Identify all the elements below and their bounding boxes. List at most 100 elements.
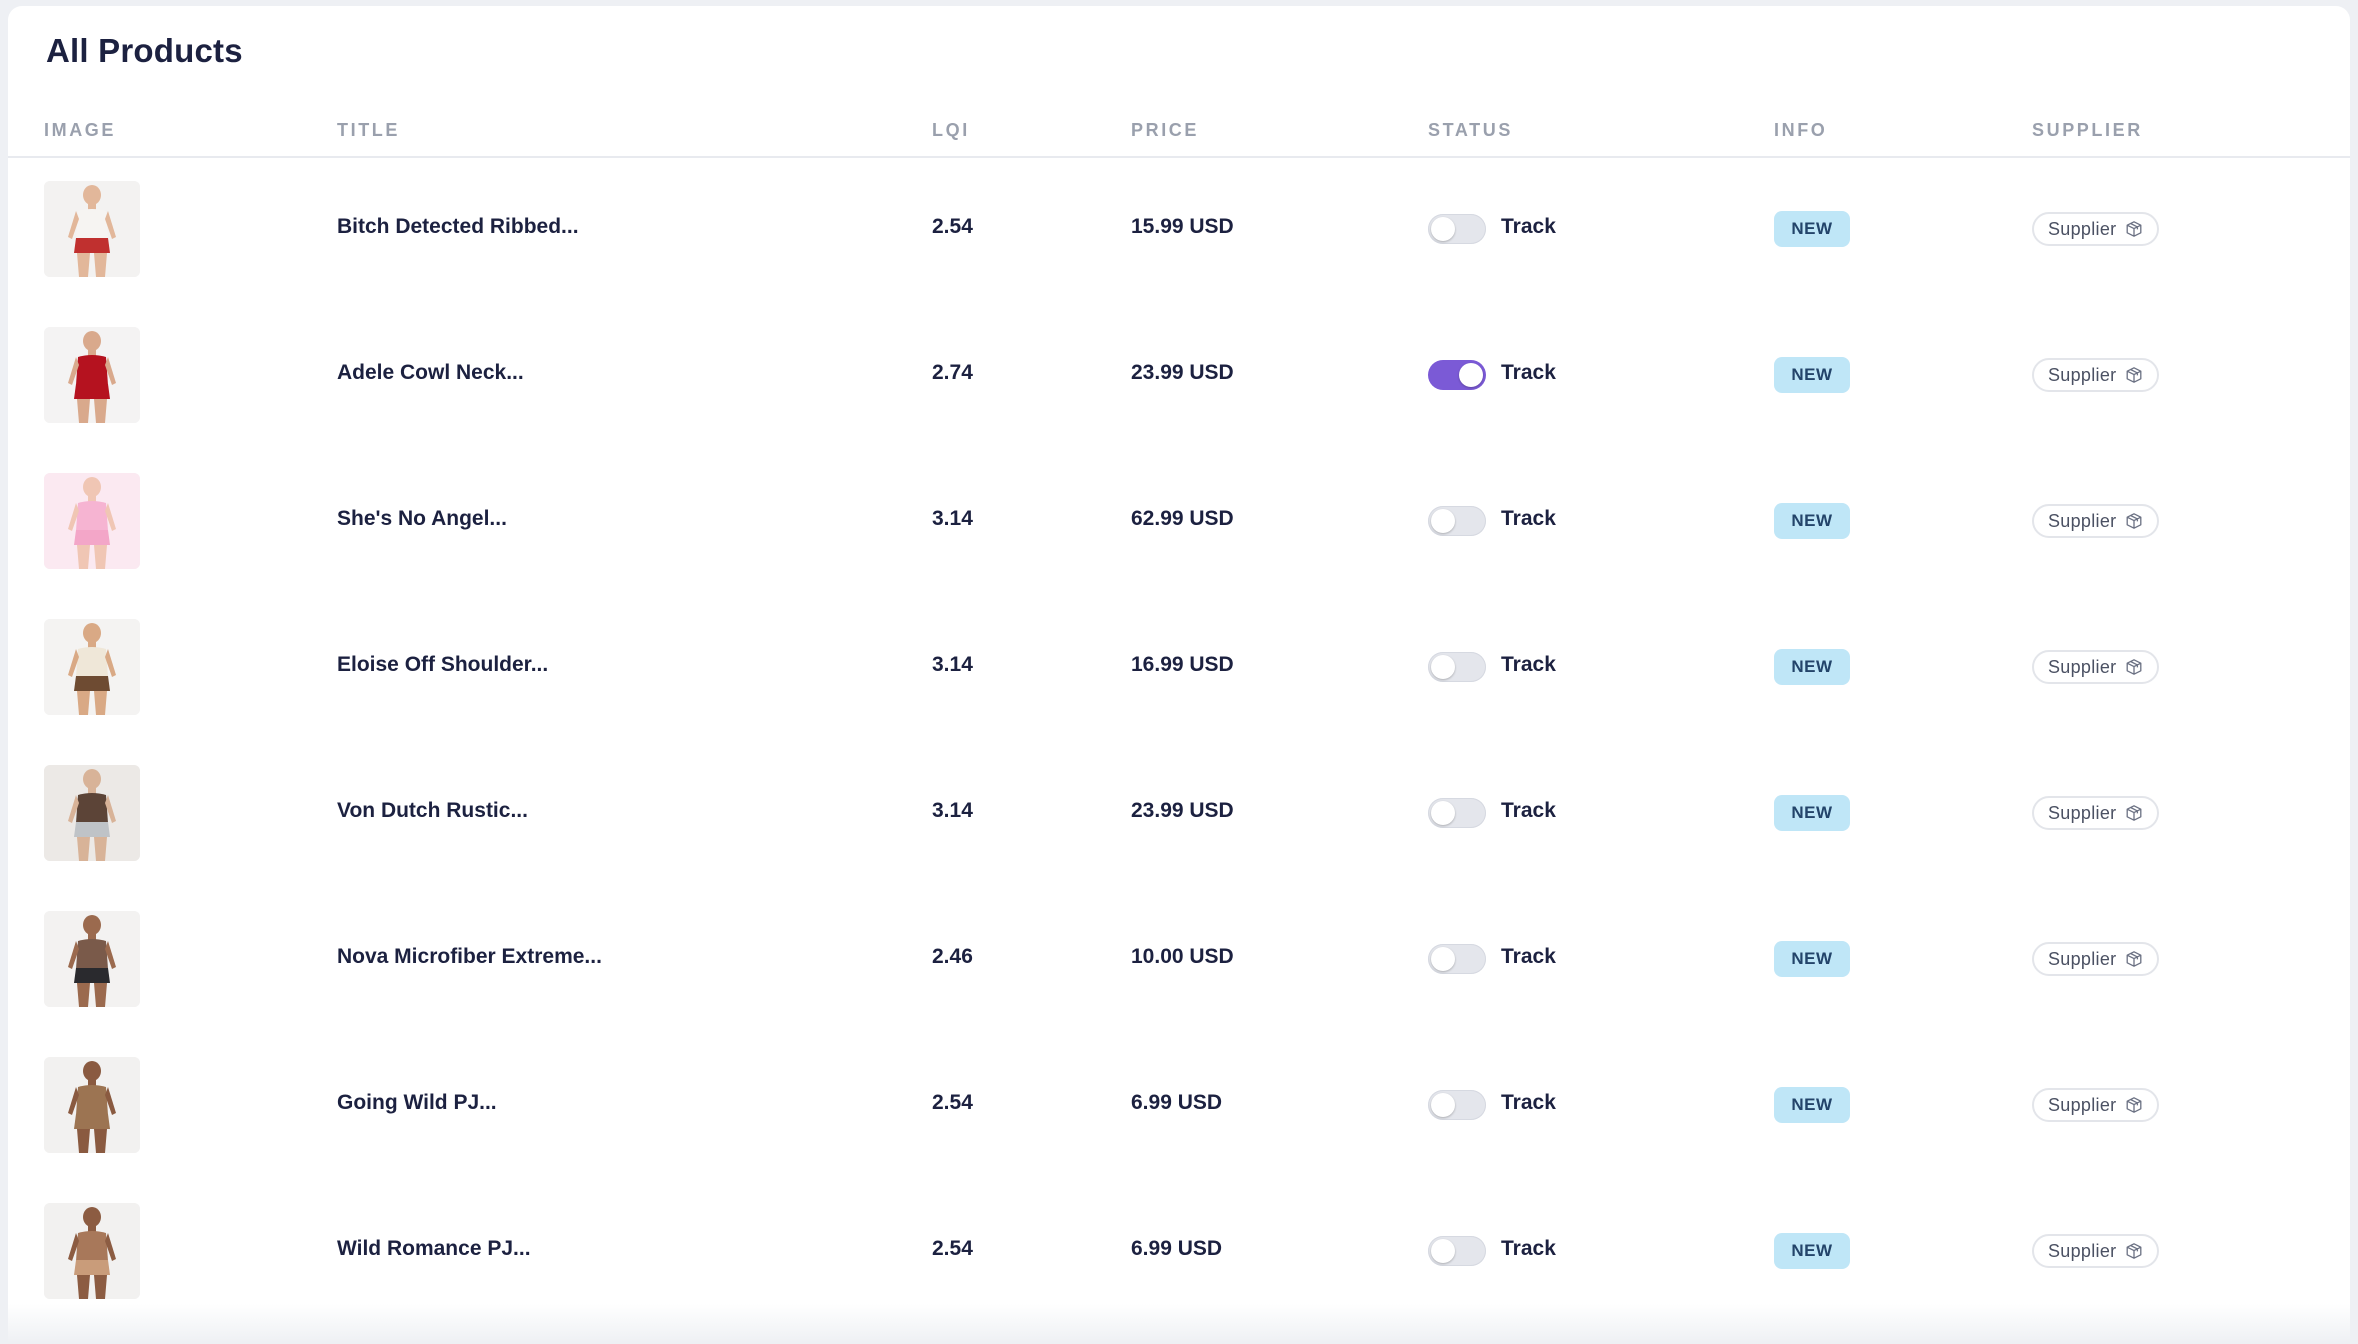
box-icon bbox=[2125, 950, 2143, 968]
product-lqi: 2.74 bbox=[932, 361, 973, 384]
supplier-label: Supplier bbox=[2048, 948, 2117, 969]
column-header-image: IMAGE bbox=[44, 120, 117, 140]
box-icon bbox=[2125, 366, 2143, 384]
product-title[interactable]: Eloise Off Shoulder... bbox=[337, 653, 548, 677]
product-price: 23.99 USD bbox=[1131, 361, 1234, 384]
table-row[interactable]: Bitch Detected Ribbed... 2.54 15.99 USD … bbox=[8, 158, 2350, 304]
product-thumbnail-graphic bbox=[44, 619, 140, 715]
supplier-label: Supplier bbox=[2048, 1240, 2117, 1261]
column-header-status: STATUS bbox=[1428, 120, 1513, 140]
table-row[interactable]: She's No Angel... 3.14 62.99 USD Track N… bbox=[8, 450, 2350, 596]
product-price: 23.99 USD bbox=[1131, 799, 1234, 822]
product-lqi: 2.46 bbox=[932, 945, 973, 968]
table-row[interactable]: Eloise Off Shoulder... 3.14 16.99 USD Tr… bbox=[8, 596, 2350, 742]
track-toggle[interactable] bbox=[1428, 360, 1486, 390]
box-icon bbox=[2125, 1096, 2143, 1114]
supplier-button[interactable]: Supplier bbox=[2032, 212, 2160, 246]
box-icon bbox=[2125, 658, 2143, 676]
product-title[interactable]: Adele Cowl Neck... bbox=[337, 361, 524, 385]
product-title[interactable]: Von Dutch Rustic... bbox=[337, 799, 528, 823]
product-image[interactable] bbox=[44, 1203, 140, 1299]
product-image[interactable] bbox=[44, 911, 140, 1007]
product-image[interactable] bbox=[44, 619, 140, 715]
table-row[interactable]: Going Wild PJ... 2.54 6.99 USD Track NEW… bbox=[8, 1034, 2350, 1180]
supplier-label: Supplier bbox=[2048, 802, 2117, 823]
box-icon bbox=[2125, 1242, 2143, 1260]
toggle-knob bbox=[1459, 363, 1483, 387]
status-badge-new: NEW bbox=[1774, 357, 1850, 393]
supplier-button[interactable]: Supplier bbox=[2032, 942, 2160, 976]
column-header-price: PRICE bbox=[1131, 120, 1200, 140]
supplier-button[interactable]: Supplier bbox=[2032, 796, 2160, 830]
supplier-label: Supplier bbox=[2048, 656, 2117, 677]
product-price: 62.99 USD bbox=[1131, 507, 1234, 530]
product-image[interactable] bbox=[44, 1057, 140, 1153]
product-image[interactable] bbox=[44, 765, 140, 861]
track-label: Track bbox=[1501, 361, 1556, 384]
track-label: Track bbox=[1501, 945, 1556, 968]
column-header-info: INFO bbox=[1774, 120, 1828, 140]
track-label: Track bbox=[1501, 507, 1556, 530]
status-badge-new: NEW bbox=[1774, 941, 1850, 977]
track-toggle[interactable] bbox=[1428, 1090, 1486, 1120]
products-panel: All Products IMAGE TITLE LQI PRICE STATU… bbox=[8, 6, 2350, 1344]
track-toggle[interactable] bbox=[1428, 798, 1486, 828]
product-price: 6.99 USD bbox=[1131, 1237, 1223, 1260]
column-header-lqi: LQI bbox=[932, 120, 970, 140]
supplier-label: Supplier bbox=[2048, 1094, 2117, 1115]
track-label: Track bbox=[1501, 1237, 1556, 1260]
box-icon bbox=[2125, 512, 2143, 530]
supplier-button[interactable]: Supplier bbox=[2032, 504, 2160, 538]
track-toggle[interactable] bbox=[1428, 652, 1486, 682]
toggle-knob bbox=[1431, 509, 1455, 533]
supplier-button[interactable]: Supplier bbox=[2032, 358, 2160, 392]
product-thumbnail-graphic bbox=[44, 327, 140, 423]
supplier-label: Supplier bbox=[2048, 218, 2117, 239]
product-thumbnail-graphic bbox=[44, 181, 140, 277]
box-icon bbox=[2125, 804, 2143, 822]
scroll-fade bbox=[8, 1304, 2350, 1344]
box-icon bbox=[2125, 220, 2143, 238]
product-price: 10.00 USD bbox=[1131, 945, 1234, 968]
supplier-label: Supplier bbox=[2048, 364, 2117, 385]
product-lqi: 2.54 bbox=[932, 1091, 973, 1114]
product-image[interactable] bbox=[44, 327, 140, 423]
toggle-knob bbox=[1431, 655, 1455, 679]
toggle-knob bbox=[1431, 801, 1455, 825]
toggle-knob bbox=[1431, 947, 1455, 971]
product-thumbnail-graphic bbox=[44, 473, 140, 569]
product-price: 6.99 USD bbox=[1131, 1091, 1223, 1114]
product-thumbnail-graphic bbox=[44, 1057, 140, 1153]
table-row[interactable]: Von Dutch Rustic... 3.14 23.99 USD Track… bbox=[8, 742, 2350, 888]
supplier-button[interactable]: Supplier bbox=[2032, 1234, 2160, 1268]
product-title[interactable]: Bitch Detected Ribbed... bbox=[337, 215, 579, 239]
product-image[interactable] bbox=[44, 181, 140, 277]
product-lqi: 2.54 bbox=[932, 1237, 973, 1260]
supplier-label: Supplier bbox=[2048, 510, 2117, 531]
product-title[interactable]: Nova Microfiber Extreme... bbox=[337, 945, 602, 969]
track-toggle[interactable] bbox=[1428, 506, 1486, 536]
track-toggle[interactable] bbox=[1428, 1236, 1486, 1266]
supplier-button[interactable]: Supplier bbox=[2032, 650, 2160, 684]
table-row[interactable]: Adele Cowl Neck... 2.74 23.99 USD Track … bbox=[8, 304, 2350, 450]
toggle-knob bbox=[1431, 217, 1455, 241]
track-label: Track bbox=[1501, 1091, 1556, 1114]
product-image[interactable] bbox=[44, 473, 140, 569]
status-badge-new: NEW bbox=[1774, 503, 1850, 539]
product-lqi: 3.14 bbox=[932, 653, 973, 676]
track-toggle[interactable] bbox=[1428, 214, 1486, 244]
column-header-title: TITLE bbox=[337, 120, 400, 140]
status-badge-new: NEW bbox=[1774, 795, 1850, 831]
product-title[interactable]: Wild Romance PJ... bbox=[337, 1237, 531, 1261]
supplier-button[interactable]: Supplier bbox=[2032, 1088, 2160, 1122]
track-label: Track bbox=[1501, 653, 1556, 676]
table-row[interactable]: Nova Microfiber Extreme... 2.46 10.00 US… bbox=[8, 888, 2350, 1034]
product-lqi: 2.54 bbox=[932, 215, 973, 238]
track-toggle[interactable] bbox=[1428, 944, 1486, 974]
product-price: 15.99 USD bbox=[1131, 215, 1234, 238]
product-thumbnail-graphic bbox=[44, 765, 140, 861]
product-lqi: 3.14 bbox=[932, 799, 973, 822]
product-thumbnail-graphic bbox=[44, 911, 140, 1007]
product-title[interactable]: Going Wild PJ... bbox=[337, 1091, 497, 1115]
product-title[interactable]: She's No Angel... bbox=[337, 507, 507, 531]
